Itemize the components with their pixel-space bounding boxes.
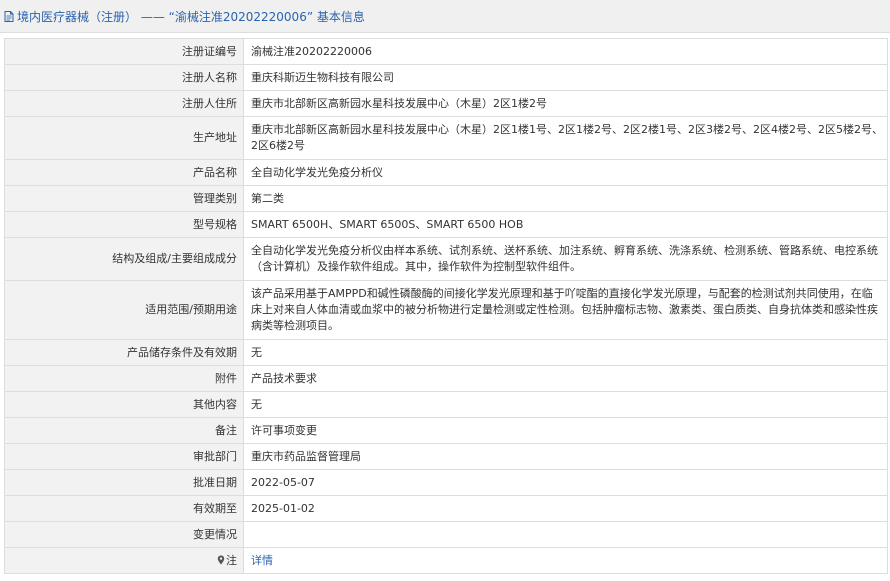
row-label: 备注 [4, 417, 244, 444]
table-row: 注册证编号 渝械注准20202220006 [4, 38, 888, 65]
row-label: 变更情况 [4, 521, 244, 548]
page-title: 境内医疗器械（注册） —— “渝械注准20202220006” 基本信息 [17, 9, 365, 24]
row-value: 该产品采用基于AMPPD和碱性磷酸酶的间接化学发光原理和基于吖啶酯的直接化学发光… [243, 280, 888, 340]
table-row: 备注 许可事项变更 [4, 417, 888, 444]
document-icon [4, 10, 14, 22]
row-label: 生产地址 [4, 116, 244, 160]
row-value: 重庆市北部新区高新园水星科技发展中心（木星）2区1楼1号、2区1楼2号、2区2楼… [243, 116, 888, 160]
table-row: 注册人住所 重庆市北部新区高新园水星科技发展中心（木星）2区1楼2号 [4, 90, 888, 117]
info-table-container: 注册证编号 渝械注准20202220006 注册人名称 重庆科斯迈生物科技有限公… [4, 38, 888, 574]
table-row: 有效期至 2025-01-02 [4, 495, 888, 522]
row-value: 许可事项变更 [243, 417, 888, 444]
table-row: 生产地址 重庆市北部新区高新园水星科技发展中心（木星）2区1楼1号、2区1楼2号… [4, 116, 888, 160]
row-value: 重庆市北部新区高新园水星科技发展中心（木星）2区1楼2号 [243, 90, 888, 117]
table-row: 其他内容 无 [4, 391, 888, 418]
table-row: 适用范围/预期用途 该产品采用基于AMPPD和碱性磷酸酶的间接化学发光原理和基于… [4, 280, 888, 340]
table-row: 管理类别 第二类 [4, 185, 888, 212]
row-label: 产品储存条件及有效期 [4, 339, 244, 366]
table-row: 型号规格 SMART 6500H、SMART 6500S、SMART 6500 … [4, 211, 888, 238]
row-value: 2025-01-02 [243, 495, 888, 522]
table-row: 附件 产品技术要求 [4, 365, 888, 392]
table-row: 产品名称 全自动化学发光免疫分析仪 [4, 159, 888, 186]
row-label: 型号规格 [4, 211, 244, 238]
row-label: 有效期至 [4, 495, 244, 522]
row-label: 产品名称 [4, 159, 244, 186]
row-value [243, 521, 888, 548]
table-row: 批准日期 2022-05-07 [4, 469, 888, 496]
page-header: 境内医疗器械（注册） —— “渝械注准20202220006” 基本信息 [0, 0, 890, 33]
row-value: 无 [243, 339, 888, 366]
row-label: 结构及组成/主要组成成分 [4, 237, 244, 281]
row-value: 产品技术要求 [243, 365, 888, 392]
row-value: 无 [243, 391, 888, 418]
pin-icon [217, 555, 225, 565]
row-value: 渝械注准20202220006 [243, 38, 888, 65]
row-value: 2022-05-07 [243, 469, 888, 496]
row-label: 注册人名称 [4, 64, 244, 91]
row-value: 全自动化学发光免疫分析仪 [243, 159, 888, 186]
details-link[interactable]: 详情 [251, 554, 273, 567]
row-label: 其他内容 [4, 391, 244, 418]
table-row: 产品储存条件及有效期 无 [4, 339, 888, 366]
table-row: 变更情况 [4, 521, 888, 548]
info-table: 注册证编号 渝械注准20202220006 注册人名称 重庆科斯迈生物科技有限公… [4, 38, 888, 574]
row-value: 第二类 [243, 185, 888, 212]
table-row: 注册人名称 重庆科斯迈生物科技有限公司 [4, 64, 888, 91]
row-value: 重庆科斯迈生物科技有限公司 [243, 64, 888, 91]
row-label: 注 [226, 553, 237, 567]
row-value: 重庆市药品监督管理局 [243, 443, 888, 470]
row-label: 附件 [4, 365, 244, 392]
row-label: 适用范围/预期用途 [4, 280, 244, 340]
table-row: 注 详情 [4, 547, 888, 574]
row-label: 注册人住所 [4, 90, 244, 117]
table-row: 审批部门 重庆市药品监督管理局 [4, 443, 888, 470]
note-label-cell: 注 [4, 547, 244, 574]
table-row: 结构及组成/主要组成成分 全自动化学发光免疫分析仪由样本系统、试剂系统、送杯系统… [4, 237, 888, 281]
row-label: 注册证编号 [4, 38, 244, 65]
row-label: 审批部门 [4, 443, 244, 470]
details-cell: 详情 [243, 547, 888, 574]
row-value: SMART 6500H、SMART 6500S、SMART 6500 HOB [243, 211, 888, 238]
row-label: 管理类别 [4, 185, 244, 212]
row-label: 批准日期 [4, 469, 244, 496]
row-value: 全自动化学发光免疫分析仪由样本系统、试剂系统、送杯系统、加注系统、孵育系统、洗涤… [243, 237, 888, 281]
